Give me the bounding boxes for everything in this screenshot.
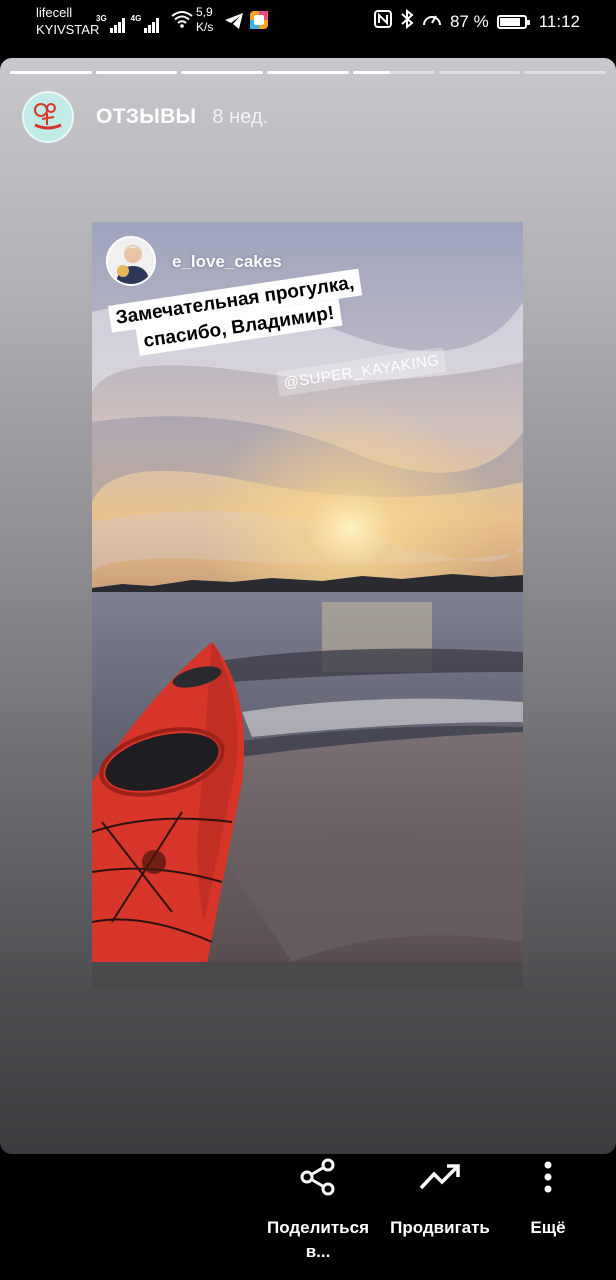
progress-segment-fill — [267, 71, 349, 74]
progress-segment — [438, 71, 521, 74]
share-label-2: в... — [305, 1242, 331, 1261]
speed-unit: K/s — [196, 20, 214, 34]
telegram-icon — [224, 12, 244, 35]
repost-user-avatar[interactable] — [106, 236, 156, 286]
highlight-title: ОТЗЫВЫ — [96, 105, 197, 128]
carrier-info: lifecell KYIVSTAR — [36, 4, 99, 38]
repost-username[interactable]: e_love_cakes — [172, 252, 282, 272]
speedometer-icon — [422, 10, 442, 33]
story-viewer[interactable]: ОТЗЫВЫ 8 нед. — [0, 58, 616, 1154]
story-progress — [10, 71, 607, 74]
app-notification-icon — [250, 11, 268, 34]
speed-value: 5,9 — [196, 5, 213, 19]
progress-segment — [10, 71, 92, 74]
share-button[interactable]: Поделиться в... — [258, 1154, 378, 1264]
progress-segment — [267, 71, 349, 74]
battery-percent: 87 % — [449, 11, 489, 31]
carrier-name-2: KYIVSTAR — [36, 22, 100, 37]
promote-button[interactable]: Продвигать — [384, 1154, 496, 1240]
trending-up-icon — [384, 1154, 496, 1200]
progress-segment-fill — [95, 71, 178, 74]
nfc-icon — [373, 10, 392, 33]
more-vertical-icon — [512, 1154, 584, 1200]
progress-segment-fill — [181, 71, 264, 74]
status-bar: lifecell KYIVSTAR 3G 4G 5,9 K/s 87 % 11:… — [0, 0, 616, 48]
battery-icon — [496, 14, 530, 29]
story-actions-bar: Поделиться в... Продвигать Ещё — [0, 1154, 616, 1280]
carrier-name-1: lifecell — [36, 5, 73, 20]
progress-segment — [524, 71, 607, 74]
progress-segment-fill — [10, 71, 92, 74]
more-button[interactable]: Ещё — [512, 1154, 584, 1240]
share-label-1: Поделиться — [266, 1218, 370, 1237]
clock: 11:12 — [538, 11, 580, 31]
person-avatar-icon — [108, 238, 154, 284]
network-speed: 5,9 K/s — [196, 5, 213, 35]
network-type-2: 4G — [130, 14, 142, 23]
story-time: 8 нед. — [212, 105, 269, 128]
promote-label: Продвигать — [390, 1218, 490, 1237]
more-label: Ещё — [530, 1218, 566, 1237]
progress-segment-fill — [352, 71, 390, 74]
kayak-logo-icon — [34, 103, 62, 130]
status-right: 87 % 11:12 — [373, 8, 580, 34]
signal-indicators: 3G 4G — [96, 10, 193, 33]
wifi-icon — [171, 10, 193, 33]
signal-icon — [109, 17, 125, 33]
photo-footer-strip — [92, 962, 523, 989]
progress-segment — [181, 71, 264, 74]
highlight-avatar[interactable] — [22, 91, 74, 143]
progress-segment — [352, 71, 435, 74]
share-icon — [258, 1154, 378, 1200]
signal-icon — [144, 17, 160, 33]
story-header: ОТЗЫВЫ 8 нед. — [22, 90, 268, 144]
progress-segment — [95, 71, 178, 74]
network-type-1: 3G — [96, 14, 107, 23]
bluetooth-icon — [400, 8, 414, 34]
